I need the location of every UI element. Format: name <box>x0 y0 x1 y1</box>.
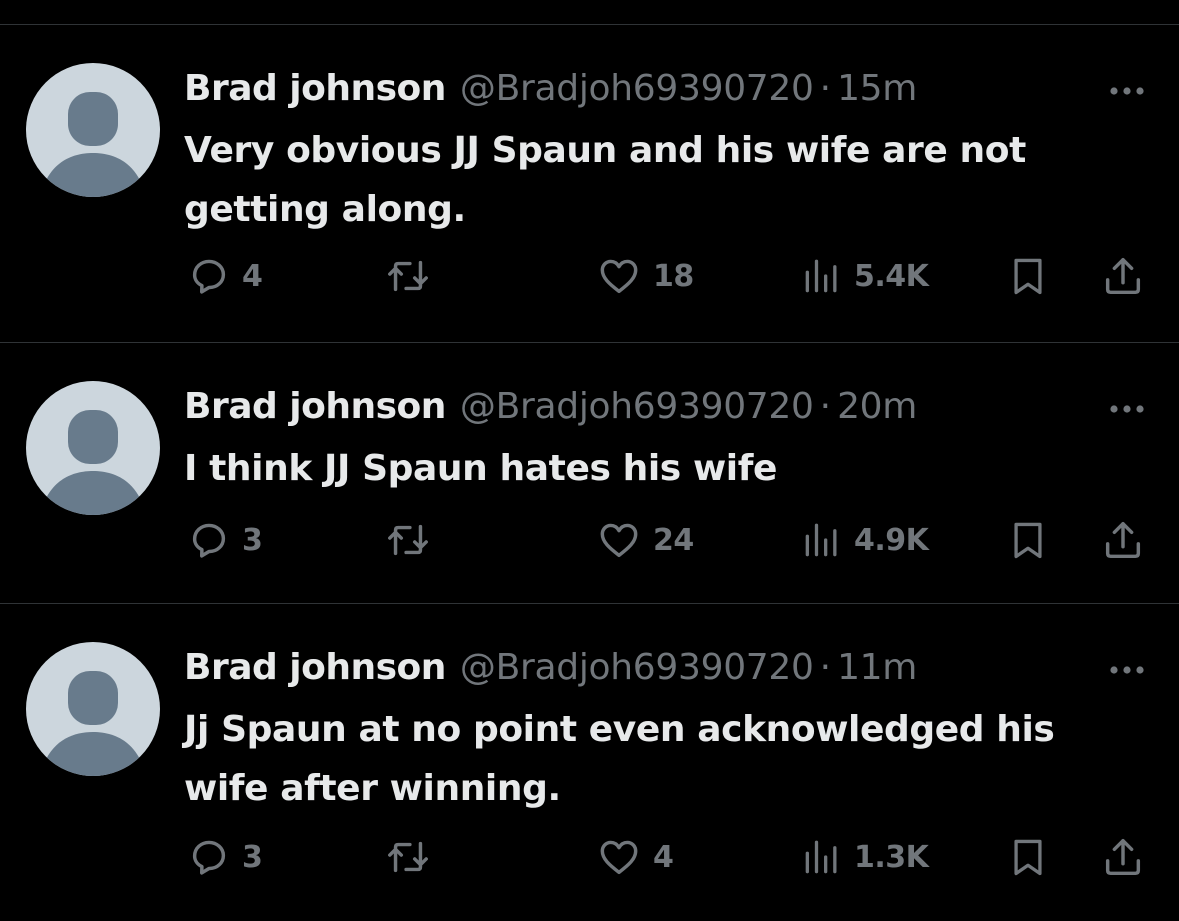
share-icon <box>1105 838 1141 876</box>
retweet-icon <box>388 841 428 873</box>
author-name[interactable]: Brad johnson <box>184 71 446 107</box>
reply-button[interactable]: 3 <box>186 515 263 565</box>
views-button[interactable]: 4.9K <box>800 515 929 565</box>
default-profile-icon <box>40 671 146 776</box>
like-button[interactable]: 24 <box>595 515 694 565</box>
like-button[interactable]: 18 <box>595 251 694 301</box>
bookmark-button[interactable] <box>1006 515 1050 565</box>
author-handle[interactable]: @Bradjoh69390720 <box>460 71 814 107</box>
reply-count: 3 <box>242 839 263 875</box>
retweet-button[interactable] <box>384 251 432 301</box>
bookmark-icon <box>1014 839 1042 876</box>
avatar[interactable] <box>26 63 160 197</box>
separator-dot: · <box>819 386 832 427</box>
retweet-icon <box>388 260 428 292</box>
timestamp[interactable]: 11m <box>837 650 917 686</box>
share-icon <box>1105 257 1141 295</box>
action-bar: 3 24 4.9K <box>0 515 1179 565</box>
tweet-3[interactable]: Brad johnson @Bradjoh69390720 · 11m Jj S… <box>0 604 1179 921</box>
action-bar: 3 4 1.3K <box>0 832 1179 882</box>
tweet-header: Brad johnson @Bradjoh69390720 · 15m <box>184 59 917 119</box>
action-bar: 4 18 5.4K <box>0 251 1179 301</box>
more-button[interactable] <box>1103 393 1151 425</box>
reply-button[interactable]: 4 <box>186 251 263 301</box>
default-profile-icon <box>40 410 146 515</box>
views-icon <box>805 840 837 874</box>
reply-icon <box>192 259 226 294</box>
separator-dot: · <box>819 647 832 688</box>
views-icon <box>805 523 837 557</box>
share-button[interactable] <box>1100 832 1146 882</box>
tweet-header: Brad johnson @Bradjoh69390720 · 20m <box>184 377 917 437</box>
more-button[interactable] <box>1103 654 1151 686</box>
bookmark-button[interactable] <box>1006 832 1050 882</box>
tweet-text: I think JJ Spaun hates his wife <box>184 448 778 489</box>
author-name[interactable]: Brad johnson <box>184 389 446 425</box>
avatar[interactable] <box>26 381 160 515</box>
bookmark-icon <box>1014 522 1042 559</box>
heart-icon <box>600 523 638 558</box>
more-icon <box>1110 666 1144 674</box>
views-icon <box>805 259 837 293</box>
timestamp[interactable]: 20m <box>837 389 917 425</box>
views-button[interactable]: 1.3K <box>800 832 929 882</box>
share-button[interactable] <box>1100 515 1146 565</box>
share-button[interactable] <box>1100 251 1146 301</box>
author-name[interactable]: Brad johnson <box>184 650 446 686</box>
more-button[interactable] <box>1103 75 1151 107</box>
tweet-text: Very obvious JJ Spaun and his wife are n… <box>184 130 1026 230</box>
reply-icon <box>192 840 226 875</box>
default-profile-icon <box>40 92 146 197</box>
author-handle[interactable]: @Bradjoh69390720 <box>460 389 814 425</box>
views-count: 5.4K <box>854 258 929 294</box>
like-count: 24 <box>653 522 694 558</box>
avatar[interactable] <box>26 642 160 776</box>
tweet-header: Brad johnson @Bradjoh69390720 · 11m <box>184 638 917 698</box>
heart-icon <box>600 259 638 294</box>
views-count: 4.9K <box>854 522 929 558</box>
retweet-button[interactable] <box>384 832 432 882</box>
retweet-button[interactable] <box>384 515 432 565</box>
more-icon <box>1110 405 1144 413</box>
views-button[interactable]: 5.4K <box>800 251 929 301</box>
retweet-icon <box>388 524 428 556</box>
reply-count: 3 <box>242 522 263 558</box>
heart-icon <box>600 840 638 875</box>
bookmark-icon <box>1014 258 1042 295</box>
tweet-1[interactable]: Brad johnson @Bradjoh69390720 · 15m Very… <box>0 25 1179 343</box>
reply-button[interactable]: 3 <box>186 832 263 882</box>
bookmark-button[interactable] <box>1006 251 1050 301</box>
views-count: 1.3K <box>854 839 929 875</box>
separator-dot: · <box>819 68 832 109</box>
reply-count: 4 <box>242 258 263 294</box>
like-count: 18 <box>653 258 694 294</box>
share-icon <box>1105 521 1141 559</box>
author-handle[interactable]: @Bradjoh69390720 <box>460 650 814 686</box>
tweet-text: Jj Spaun at no point even acknowledged h… <box>184 709 1055 809</box>
more-icon <box>1110 87 1144 95</box>
like-count: 4 <box>653 839 674 875</box>
like-button[interactable]: 4 <box>595 832 674 882</box>
tweet-2[interactable]: Brad johnson @Bradjoh69390720 · 20m I th… <box>0 343 1179 604</box>
reply-icon <box>192 523 226 558</box>
timestamp[interactable]: 15m <box>837 71 917 107</box>
